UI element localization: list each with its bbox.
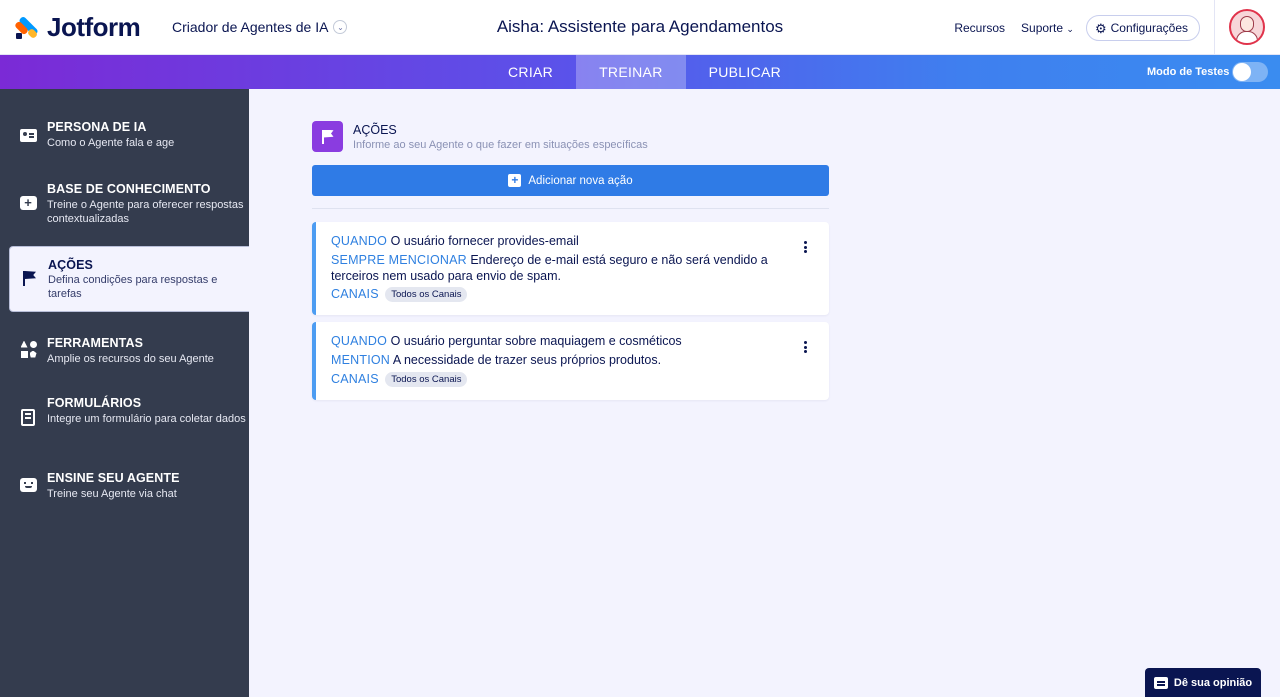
- section-subtitle: Informe ao seu Agente o que fazer em sit…: [353, 139, 648, 151]
- form-icon: [19, 408, 37, 426]
- channel-chip: Todos os Canais: [385, 372, 468, 387]
- sidebar-item-subtitle: Como o Agente fala e age: [47, 137, 175, 149]
- plus-icon: +: [508, 174, 522, 187]
- section-divider: [312, 208, 829, 209]
- do-text: A necessidade de trazer seus próprios pr…: [392, 353, 662, 367]
- settings-label: Configurações: [1110, 21, 1188, 35]
- sidebar-item-subtitle: Amplie os recursos do seu Agente: [47, 353, 214, 365]
- tab-criar[interactable]: CRIAR: [485, 55, 576, 89]
- gear-icon: ⚙: [1094, 20, 1107, 36]
- add-action-button[interactable]: + Adicionar nova ação: [312, 165, 829, 196]
- sidebar-item-subtitle: Treine o Agente para oferecer respostas …: [47, 199, 244, 225]
- support-label: Suporte: [1021, 21, 1064, 35]
- when-text: O usuário perguntar sobre maquiagem e co…: [390, 334, 682, 348]
- sidebar-item-teach-agent[interactable]: ENSINE SEU AGENTE Treine seu Agente via …: [0, 470, 249, 510]
- top-header: Jotform Criador de Agentes de IA ⌄ Aisha…: [0, 0, 1280, 55]
- tab-treinar[interactable]: TREINAR: [576, 55, 686, 89]
- action-do: SEMPRE MENCIONAR Endereço de e-mail está…: [331, 253, 781, 284]
- agent-title: Aisha: Assistente para Agendamentos: [496, 17, 784, 36]
- chat-plus-icon: +: [19, 194, 37, 212]
- sidebar-item-persona[interactable]: PERSONA DE IA Como o Agente fala e age: [0, 117, 249, 157]
- sidebar-item-subtitle: Treine seu Agente via chat: [47, 488, 177, 500]
- action-when: QUANDO O usuário perguntar sobre maquiag…: [331, 334, 781, 350]
- bot-chat-icon: [19, 476, 37, 494]
- sidebar-item-title: PERSONA DE IA: [47, 120, 147, 134]
- action-when: QUANDO O usuário fornecer provides-email: [331, 234, 781, 250]
- test-mode-label: Modo de Testes: [1147, 66, 1230, 78]
- section-title: AÇÕES: [353, 123, 397, 137]
- support-menu[interactable]: Suporte ⌄: [1021, 21, 1074, 35]
- feedback-label: Dê sua opinião: [1173, 676, 1253, 689]
- when-keyword: QUANDO: [331, 234, 388, 248]
- channels-keyword: CANAIS: [331, 372, 379, 386]
- builder-tabs: CRIAR TREINAR PUBLICAR: [485, 55, 804, 89]
- toggle-knob: [1233, 63, 1251, 81]
- sidebar-item-subtitle: Defina condições para respostas e tarefa…: [48, 274, 218, 300]
- when-keyword: QUANDO: [331, 334, 388, 348]
- sidebar-item-subtitle: Integre um formulário para coletar dados: [47, 413, 246, 425]
- train-sidebar: PERSONA DE IA Como o Agente fala e age +…: [0, 89, 249, 697]
- settings-button[interactable]: ⚙ Configurações: [1085, 15, 1200, 41]
- header-divider: [1214, 0, 1215, 55]
- do-keyword: SEMPRE MENCIONAR: [331, 253, 467, 267]
- more-options-icon[interactable]: [803, 241, 807, 253]
- sidebar-item-title: FORMULÁRIOS: [47, 396, 142, 410]
- sidebar-item-title: AÇÕES: [48, 258, 93, 272]
- sidebar-item-title: FERRAMENTAS: [47, 336, 144, 350]
- sidebar-item-actions[interactable]: AÇÕES Defina condições para respostas e …: [9, 246, 249, 312]
- feedback-icon: [1153, 676, 1168, 689]
- flag-icon: [20, 269, 38, 287]
- sidebar-item-knowledge-base[interactable]: + BASE DE CONHECIMENTO Treine o Agente p…: [0, 178, 249, 228]
- channels-keyword: CANAIS: [331, 287, 379, 301]
- feedback-button[interactable]: Dê sua opinião: [1145, 668, 1261, 697]
- do-keyword: MENTION: [331, 353, 391, 367]
- flag-icon: [312, 121, 343, 152]
- more-options-icon[interactable]: [803, 341, 807, 353]
- channel-chip: Todos os Canais: [385, 287, 468, 302]
- action-do: MENTION A necessidade de trazer seus pró…: [331, 353, 781, 369]
- action-channels: CANAIS Todos os Canais: [331, 287, 781, 303]
- action-card[interactable]: QUANDO O usuário fornecer provides-email…: [312, 222, 829, 315]
- shapes-icon: [19, 340, 37, 358]
- action-card[interactable]: QUANDO O usuário perguntar sobre maquiag…: [312, 322, 829, 400]
- tab-publicar[interactable]: PUBLICAR: [686, 55, 804, 89]
- action-channels: CANAIS Todos os Canais: [331, 372, 781, 388]
- add-action-label: Adicionar nova ação: [528, 174, 633, 187]
- when-text: O usuário fornecer provides-email: [390, 234, 579, 248]
- sidebar-item-forms[interactable]: FORMULÁRIOS Integre um formulário para c…: [0, 393, 249, 443]
- test-mode-toggle[interactable]: [1232, 62, 1268, 82]
- sidebar-item-title: ENSINE SEU AGENTE: [47, 471, 180, 485]
- sidebar-item-tools[interactable]: FERRAMENTAS Amplie os recursos do seu Ag…: [0, 333, 249, 373]
- sidebar-item-title: BASE DE CONHECIMENTO: [47, 182, 211, 196]
- resources-link[interactable]: Recursos: [954, 21, 1005, 35]
- id-card-icon: [19, 126, 37, 144]
- user-avatar[interactable]: [1229, 9, 1265, 45]
- chevron-down-icon: ⌄: [1066, 24, 1074, 34]
- builder-nav-bar: CRIAR TREINAR PUBLICAR Modo de Testes: [0, 55, 1280, 89]
